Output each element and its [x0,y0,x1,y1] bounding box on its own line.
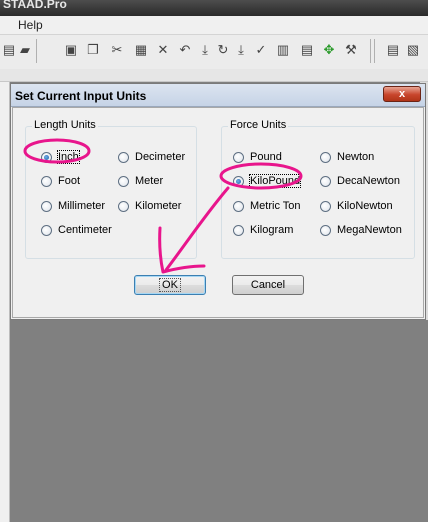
workspace [10,320,428,522]
radio-button[interactable] [41,225,52,236]
radio-button[interactable] [320,176,331,187]
radio-button[interactable] [41,152,52,163]
radio-button[interactable] [118,152,129,163]
radio-label: Meter [135,175,164,187]
down-arrow-icon[interactable]: ⤓ [234,43,248,57]
app-title-bar: STAAD.Pro [0,0,428,16]
radio-button[interactable] [320,225,331,236]
dialog-title-bar: Set Current Input Units x [11,84,425,107]
length-units-group: Length Units Inch Foot Millimeter Centim… [25,119,197,259]
move-icon[interactable]: ✥ [322,43,336,57]
cancel-button[interactable]: Cancel [232,275,304,295]
radio-button[interactable] [233,201,244,212]
radio-button[interactable] [118,176,129,187]
secondary-toolbar [0,69,428,82]
set-units-dialog: Set Current Input Units x Length Units I… [10,83,426,320]
ok-label: OK [159,278,181,292]
copy-icon[interactable]: ❐ [86,43,100,57]
refresh-icon[interactable]: ↻ [216,43,230,57]
dialog-title: Set Current Input Units [15,89,147,103]
open-icon[interactable]: ▰ [18,43,32,57]
radio-button[interactable] [41,176,52,187]
toolbar-separator [374,39,375,63]
app-title: STAAD.Pro [3,0,67,11]
menu-bar: Help [0,16,428,35]
menu-help[interactable]: Help [18,18,43,32]
force-units-group: Force Units Pound KiloPound Metric Ton K… [221,119,415,259]
toolbar-separator [36,39,37,63]
radio-button[interactable] [233,225,244,236]
length-units-label: Length Units [32,119,98,131]
radio-label: Kilometer [135,200,182,212]
dialog-body: Length Units Inch Foot Millimeter Centim… [12,107,424,318]
toolbar-separator [370,39,371,63]
hammer-icon[interactable]: ⚒ [344,43,358,57]
calculator-icon[interactable]: ▥ [276,43,290,57]
radio-label: Centimeter [58,224,112,236]
save-icon[interactable]: ▣ [64,43,78,57]
close-button[interactable]: x [383,86,421,102]
radio-label: Kilogram [250,224,294,236]
force-units-label: Force Units [228,119,289,131]
redo-icon[interactable]: ⤓ [198,43,212,57]
radio-label: Millimeter [58,200,106,212]
cut-icon[interactable]: ✂ [110,43,124,57]
radio-label: Foot [58,175,81,187]
left-tool-strip [0,82,10,522]
radio-button[interactable] [320,152,331,163]
main-toolbar: ▤ ▰ ▣ ❐ ✂ ▦ ✕ ↶ ⤓ ↻ ⤓ ✓ ▥ ▤ ✥ ⚒ ▤ ▧ [0,35,428,70]
radio-button[interactable] [118,201,129,212]
radio-label: Pound [250,151,282,163]
close-icon: x [398,88,406,100]
radio-label: Decimeter [135,151,186,163]
delete-icon[interactable]: ✕ [156,43,170,57]
radio-button[interactable] [41,201,52,212]
radio-button[interactable] [233,176,244,187]
ok-button[interactable]: OK [134,275,206,295]
radio-label: KiloPound [248,174,302,188]
radio-label: Newton [337,151,375,163]
undo-icon[interactable]: ↶ [178,43,192,57]
radio-label: DecaNewton [337,175,400,187]
tools-icon[interactable]: ▤ [300,43,314,57]
print-preview-icon[interactable]: ▤ [386,43,400,57]
paste-icon[interactable]: ▦ [134,43,148,57]
radio-button[interactable] [320,201,331,212]
radio-label: KiloNewton [337,200,393,212]
cancel-label: Cancel [250,279,286,291]
radio-label: Inch [57,150,80,164]
radio-label: Metric Ton [250,200,301,212]
print-icon[interactable]: ▤ [2,43,16,57]
check-icon[interactable]: ✓ [254,43,268,57]
radio-button[interactable] [233,152,244,163]
report-icon[interactable]: ▧ [406,43,420,57]
radio-label: MegaNewton [337,224,402,236]
